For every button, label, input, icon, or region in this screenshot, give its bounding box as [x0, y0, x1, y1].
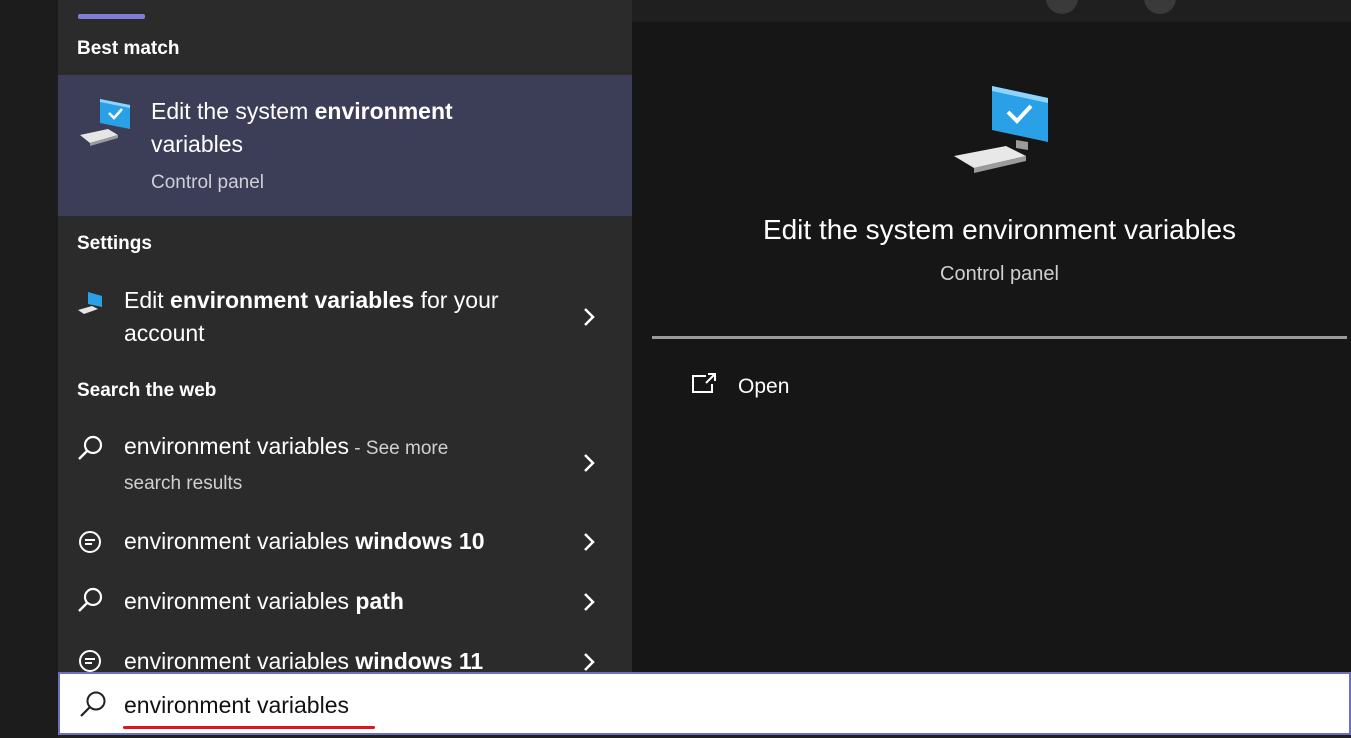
search-icon	[78, 689, 108, 724]
web-result-item[interactable]: environment variables windows 11	[58, 642, 632, 672]
web-result-label: environment variables windows 11	[124, 648, 484, 672]
best-match-header: Best match	[77, 38, 180, 59]
web-result-label: environment variables path	[124, 588, 404, 614]
search-icon	[76, 586, 104, 619]
open-label: Open	[738, 375, 790, 398]
chat-bubble-icon	[76, 648, 104, 672]
preview-title: Edit the system environment variables	[762, 214, 1237, 245]
chevron-right-icon[interactable]	[582, 532, 596, 552]
preview-panel: Edit the system environment variables Co…	[632, 22, 1351, 672]
best-match-subtitle: Control panel	[151, 172, 265, 193]
web-result-label: environment variables windows 10	[124, 528, 485, 554]
chevron-right-icon[interactable]	[582, 652, 596, 672]
chevron-right-icon[interactable]	[582, 307, 596, 327]
settings-header: Settings	[77, 233, 152, 254]
active-tab-indicator	[78, 14, 145, 19]
best-match-title: Edit the system environment variables	[151, 98, 453, 157]
preview-subtitle: Control panel	[940, 263, 1059, 285]
web-result-label: environment variables - See more search r…	[124, 433, 449, 494]
chat-bubble-icon	[76, 529, 104, 562]
web-result-item[interactable]: environment variables windows 10	[58, 522, 632, 562]
settings-result-item[interactable]: Edit environment variables for your accou…	[58, 280, 632, 355]
chevron-right-icon[interactable]	[582, 453, 596, 473]
settings-result-label: Edit environment variables for your accou…	[124, 287, 499, 346]
results-panel: Best match Edit the system environment va…	[58, 0, 632, 672]
search-box[interactable]	[58, 672, 1351, 735]
left-strip	[0, 0, 58, 738]
divider	[652, 336, 1347, 339]
search-web-header: Search the web	[77, 380, 217, 401]
spellcheck-underline	[123, 726, 375, 729]
open-action[interactable]: Open	[690, 370, 890, 406]
top-bar	[632, 0, 1351, 22]
open-external-icon	[690, 372, 718, 401]
options-icon[interactable]	[1144, 0, 1176, 14]
chevron-right-icon[interactable]	[582, 592, 596, 612]
monitor-keyboard-icon	[78, 97, 132, 154]
web-result-item[interactable]: environment variables - See more search r…	[58, 428, 632, 504]
monitor-keyboard-icon	[950, 84, 1050, 181]
search-input[interactable]	[124, 692, 724, 719]
account-icon[interactable]	[1046, 0, 1078, 14]
search-icon	[76, 434, 104, 467]
monitor-small-icon	[76, 290, 104, 321]
best-match-item[interactable]: Edit the system environment variables Con…	[58, 75, 632, 216]
web-result-item[interactable]: environment variables path	[58, 582, 632, 622]
